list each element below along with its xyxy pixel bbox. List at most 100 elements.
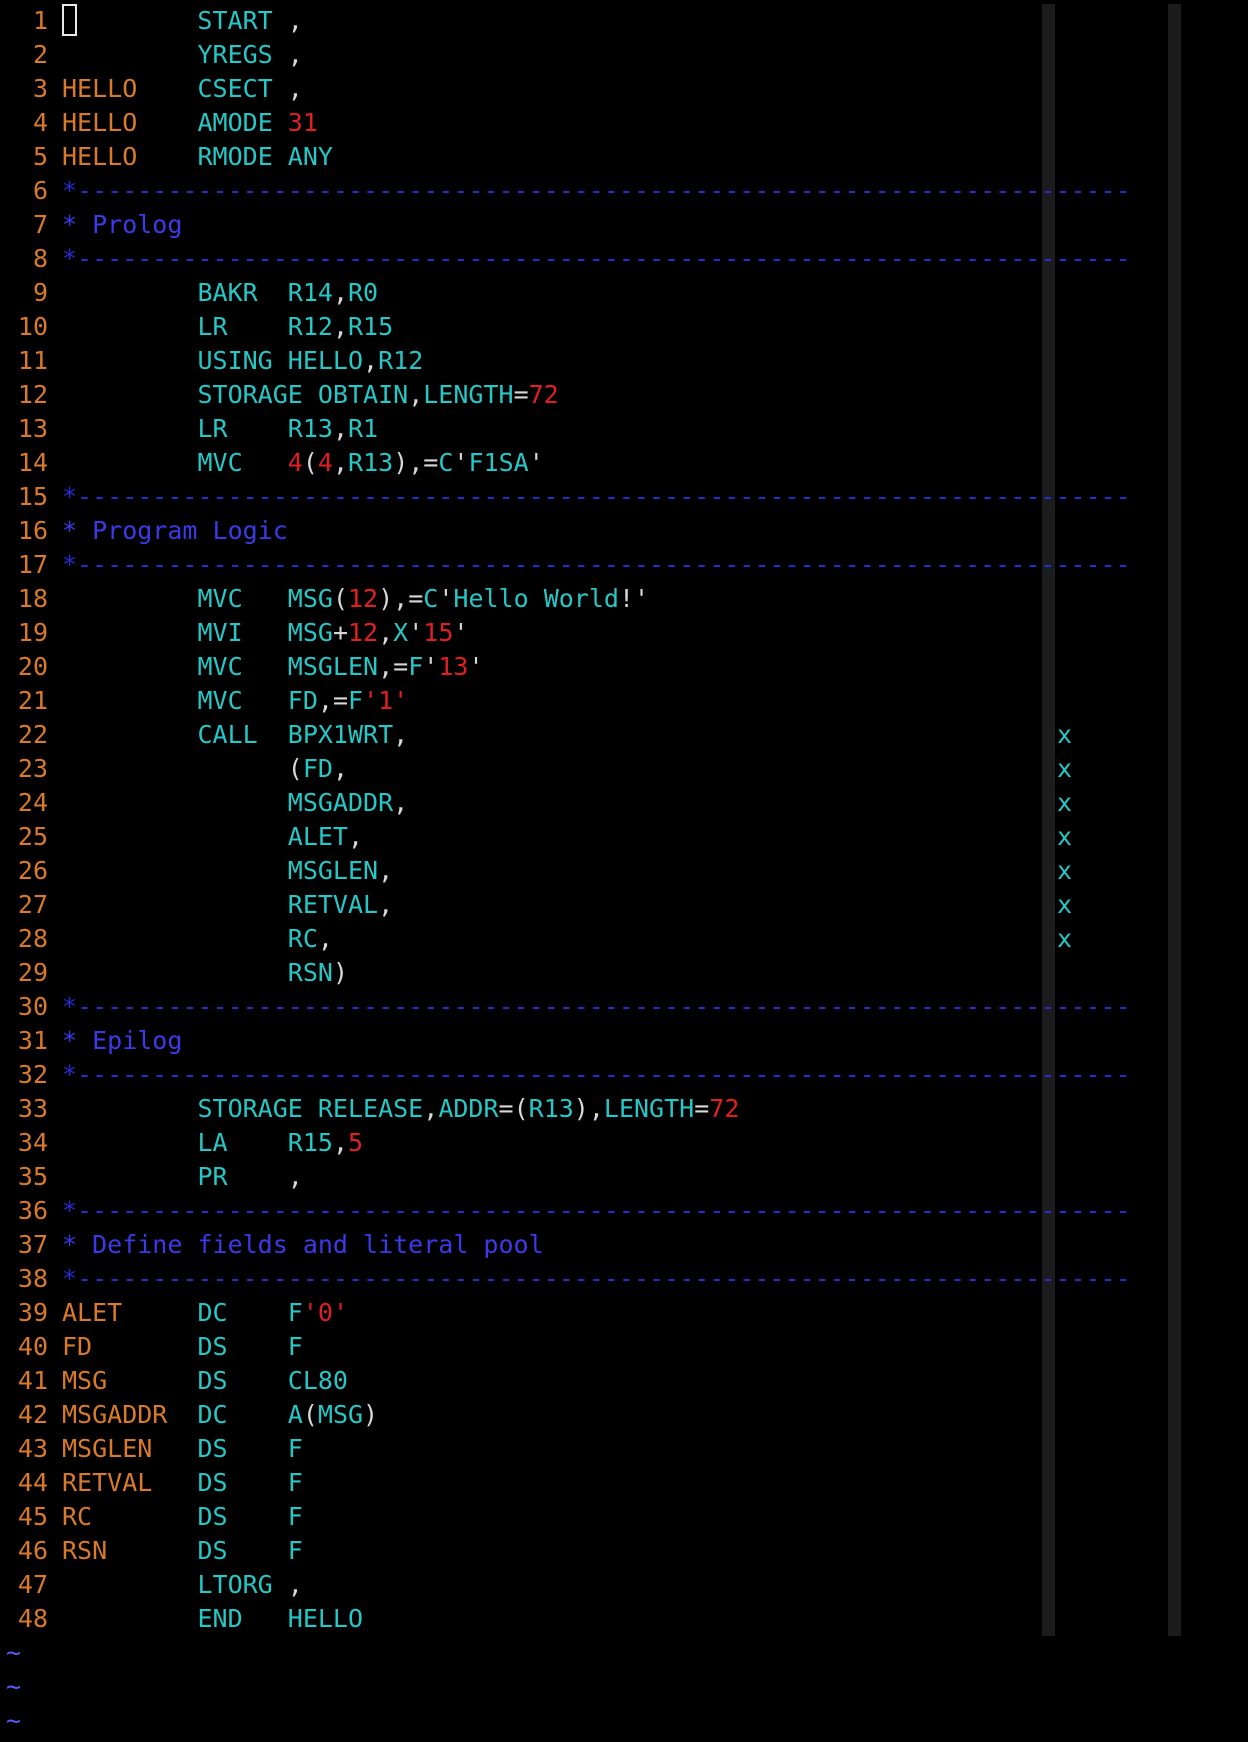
code-line[interactable]: 5 HELLO RMODE ANY [0,140,1248,174]
code-text[interactable]: * Epilog [62,1024,182,1058]
code-line[interactable]: 24 MSGADDR, x [0,786,1248,820]
code-line[interactable]: 1 START , [0,4,1248,38]
code-line[interactable]: 8 *--------------------------------------… [0,242,1248,276]
code-text[interactable]: *---------------------------------------… [62,480,1131,514]
code-text[interactable]: MVC MSG(12),=C'Hello World!' [62,582,649,616]
code-text[interactable]: LR R12,R15 [62,310,393,344]
code-line[interactable]: 21 MVC FD,=F'1' [0,684,1248,718]
code-text[interactable]: LR R13,R1 [62,412,378,446]
code-text[interactable]: MSGLEN DS F [62,1432,303,1466]
code-text[interactable]: STORAGE OBTAIN,LENGTH=72 [62,378,558,412]
code-text[interactable]: HELLO CSECT , [62,72,303,106]
code-line[interactable]: 29 RSN) [0,956,1248,990]
code-line[interactable]: 15 *-------------------------------------… [0,480,1248,514]
code-line[interactable]: 39 ALET DC F'0' [0,1296,1248,1330]
code-text[interactable]: MVI MSG+12,X'15' [62,616,468,650]
code-line[interactable]: 18 MVC MSG(12),=C'Hello World!' [0,582,1248,616]
code-line[interactable]: 44 RETVAL DS F [0,1466,1248,1500]
code-text[interactable]: HELLO RMODE ANY [62,140,333,174]
code-text[interactable]: PR , [62,1160,302,1194]
code-line[interactable]: 48 END HELLO [0,1602,1248,1636]
code-text[interactable]: *---------------------------------------… [62,548,1131,582]
code-line[interactable]: 9 BAKR R14,R0 [0,276,1248,310]
code-text[interactable]: MSG DS CL80 [62,1364,348,1398]
code-line[interactable]: 40 FD DS F [0,1330,1248,1364]
code-line[interactable]: 36 *-------------------------------------… [0,1194,1248,1228]
code-line[interactable]: 17 *-------------------------------------… [0,548,1248,582]
code-line[interactable]: 42 MSGADDR DC A(MSG) [0,1398,1248,1432]
code-line[interactable]: 30 *-------------------------------------… [0,990,1248,1024]
code-line[interactable]: 31 * Epilog [0,1024,1248,1058]
code-text[interactable]: RSN) [62,956,348,990]
code-text[interactable]: START , [62,4,303,38]
line-number: 3 [32,74,48,103]
code-line[interactable]: 33 STORAGE RELEASE,ADDR=(R13),LENGTH=72 [0,1092,1248,1126]
code-line[interactable]: 26 MSGLEN, x [0,854,1248,888]
code-text[interactable]: RC DS F [62,1500,303,1534]
code-text[interactable]: LTORG , [62,1568,302,1602]
code-line[interactable]: 47 LTORG , [0,1568,1248,1602]
code-text[interactable]: END HELLO [62,1602,363,1636]
code-text[interactable]: RC, [62,922,333,956]
code-line[interactable]: 35 PR , [0,1160,1248,1194]
code-text[interactable]: LA R15,5 [62,1126,363,1160]
code-line[interactable]: 11 USING HELLO,R12 [0,344,1248,378]
code-text[interactable]: MSGLEN, [62,854,393,888]
code-line[interactable]: 16 * Program Logic [0,514,1248,548]
code-line[interactable]: 41 MSG DS CL80 [0,1364,1248,1398]
code-text[interactable]: *---------------------------------------… [62,990,1131,1024]
code-text[interactable]: RETVAL DS F [62,1466,303,1500]
code-text[interactable]: *---------------------------------------… [62,1058,1131,1092]
code-line[interactable]: 4 HELLO AMODE 31 [0,106,1248,140]
code-line[interactable]: 13 LR R13,R1 [0,412,1248,446]
code-line[interactable]: 28 RC, x [0,922,1248,956]
code-text[interactable]: MSGADDR, [62,786,408,820]
vim-editor[interactable]: 1 START ,2 YREGS , 3 HELLO CSECT , 4 HELLO A… [0,4,1248,1738]
code-line[interactable]: 20 MVC MSGLEN,=F'13' [0,650,1248,684]
code-text[interactable]: MVC 4(4,R13),=C'F1SA' [62,446,543,480]
code-text[interactable]: RSN DS F [62,1534,303,1568]
code-text[interactable]: (FD, [62,752,348,786]
code-line[interactable]: 10 LR R12,R15 [0,310,1248,344]
code-text[interactable]: MSGADDR DC A(MSG) [62,1398,378,1432]
text-cursor [62,4,77,36]
code-text[interactable]: RETVAL, [62,888,393,922]
code-line[interactable]: 27 RETVAL, x [0,888,1248,922]
code-line[interactable]: 43 MSGLEN DS F [0,1432,1248,1466]
line-number: 30 [17,992,48,1021]
code-text[interactable]: BAKR R14,R0 [62,276,378,310]
code-line[interactable]: 12 STORAGE OBTAIN,LENGTH=72 [0,378,1248,412]
code-line[interactable]: 38 *-------------------------------------… [0,1262,1248,1296]
code-text[interactable]: ALET DC F'0' [62,1296,348,1330]
code-line[interactable]: 22 CALL BPX1WRT, x [0,718,1248,752]
code-text[interactable]: *---------------------------------------… [62,242,1131,276]
code-line[interactable]: 37 * Define fields and literal pool [0,1228,1248,1262]
code-text[interactable]: HELLO AMODE 31 [62,106,318,140]
code-text[interactable]: *---------------------------------------… [62,1194,1131,1228]
code-text[interactable]: USING HELLO,R12 [62,344,423,378]
code-line[interactable]: 25 ALET, x [0,820,1248,854]
code-line[interactable]: 7 * Prolog [0,208,1248,242]
code-text[interactable]: ALET, [62,820,363,854]
code-text[interactable]: MVC FD,=F'1' [62,684,408,718]
code-text[interactable]: STORAGE RELEASE,ADDR=(R13),LENGTH=72 [62,1092,739,1126]
code-text[interactable]: FD DS F [62,1330,303,1364]
code-line[interactable]: 19 MVI MSG+12,X'15' [0,616,1248,650]
code-line[interactable]: 6 *--------------------------------------… [0,174,1248,208]
code-line[interactable]: 46 RSN DS F [0,1534,1248,1568]
code-text[interactable]: YREGS , [62,38,302,72]
code-text[interactable]: CALL BPX1WRT, [62,718,408,752]
code-line[interactable]: 2 YREGS , [0,38,1248,72]
code-line[interactable]: 34 LA R15,5 [0,1126,1248,1160]
code-line[interactable]: 3 HELLO CSECT , [0,72,1248,106]
code-line[interactable]: 14 MVC 4(4,R13),=C'F1SA' [0,446,1248,480]
code-line[interactable]: 32 *-------------------------------------… [0,1058,1248,1092]
code-text[interactable]: *---------------------------------------… [62,1262,1131,1296]
code-text[interactable]: *---------------------------------------… [62,174,1131,208]
code-line[interactable]: 23 (FD, x [0,752,1248,786]
code-line[interactable]: 45 RC DS F [0,1500,1248,1534]
code-text[interactable]: * Prolog [62,208,182,242]
code-text[interactable]: * Program Logic [62,514,288,548]
code-text[interactable]: MVC MSGLEN,=F'13' [62,650,483,684]
code-text[interactable]: * Define fields and literal pool [62,1228,544,1262]
